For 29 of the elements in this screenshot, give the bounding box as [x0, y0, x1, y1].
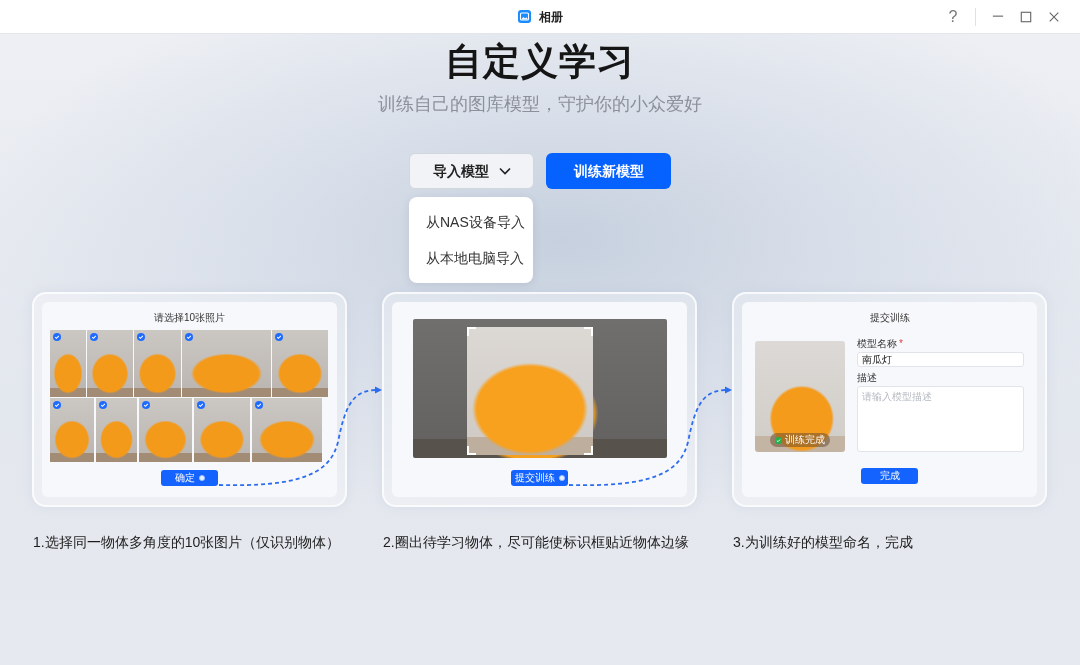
help-button[interactable]: ?	[939, 2, 967, 31]
chevron-down-icon	[498, 167, 511, 175]
preview-button[interactable]: 完成	[861, 468, 918, 484]
step-caption: 3.为训练好的模型命名，完成	[733, 533, 914, 552]
page-title: 自定义学习	[444, 40, 636, 84]
step-caption: 1.选择同一物体多角度的10张图片（仅识别物体）	[33, 533, 342, 552]
preview-title: 请选择10张照片	[153, 312, 226, 324]
app-icon	[517, 10, 531, 23]
cursor-dot-icon	[198, 475, 205, 481]
field-label: 描述	[857, 372, 877, 384]
page-subtitle: 训练自己的图库模型，守护你的小众爱好	[377, 93, 703, 116]
status-label: 训练完成	[785, 434, 825, 446]
textarea-field: 请输入模型描述	[857, 386, 1024, 452]
maximize-icon	[1020, 10, 1032, 23]
preview-title: 提交训练	[869, 312, 910, 324]
cursor-dot-icon	[558, 475, 565, 481]
menu-item[interactable]: 从NAS设备导入	[409, 204, 533, 240]
window-title: 相册	[538, 8, 563, 26]
import-dropdown-button[interactable]: 导入模型	[409, 153, 534, 189]
close-icon	[1048, 10, 1060, 23]
input-field: 南瓜灯	[857, 352, 1024, 367]
train-new-model-button[interactable]: 训练新模型	[546, 153, 671, 189]
required-mark: *	[899, 338, 903, 350]
field-label: 模型名称	[857, 338, 897, 350]
check-circle-icon	[775, 436, 782, 444]
preview-button[interactable]: 确定	[161, 470, 218, 486]
menu-item[interactable]: 从本地电脑导入	[409, 240, 533, 276]
step-caption: 2.圈出待学习物体，尽可能使标识框贴近物体边缘	[383, 533, 690, 552]
preview-button[interactable]: 提交训练	[511, 470, 568, 486]
